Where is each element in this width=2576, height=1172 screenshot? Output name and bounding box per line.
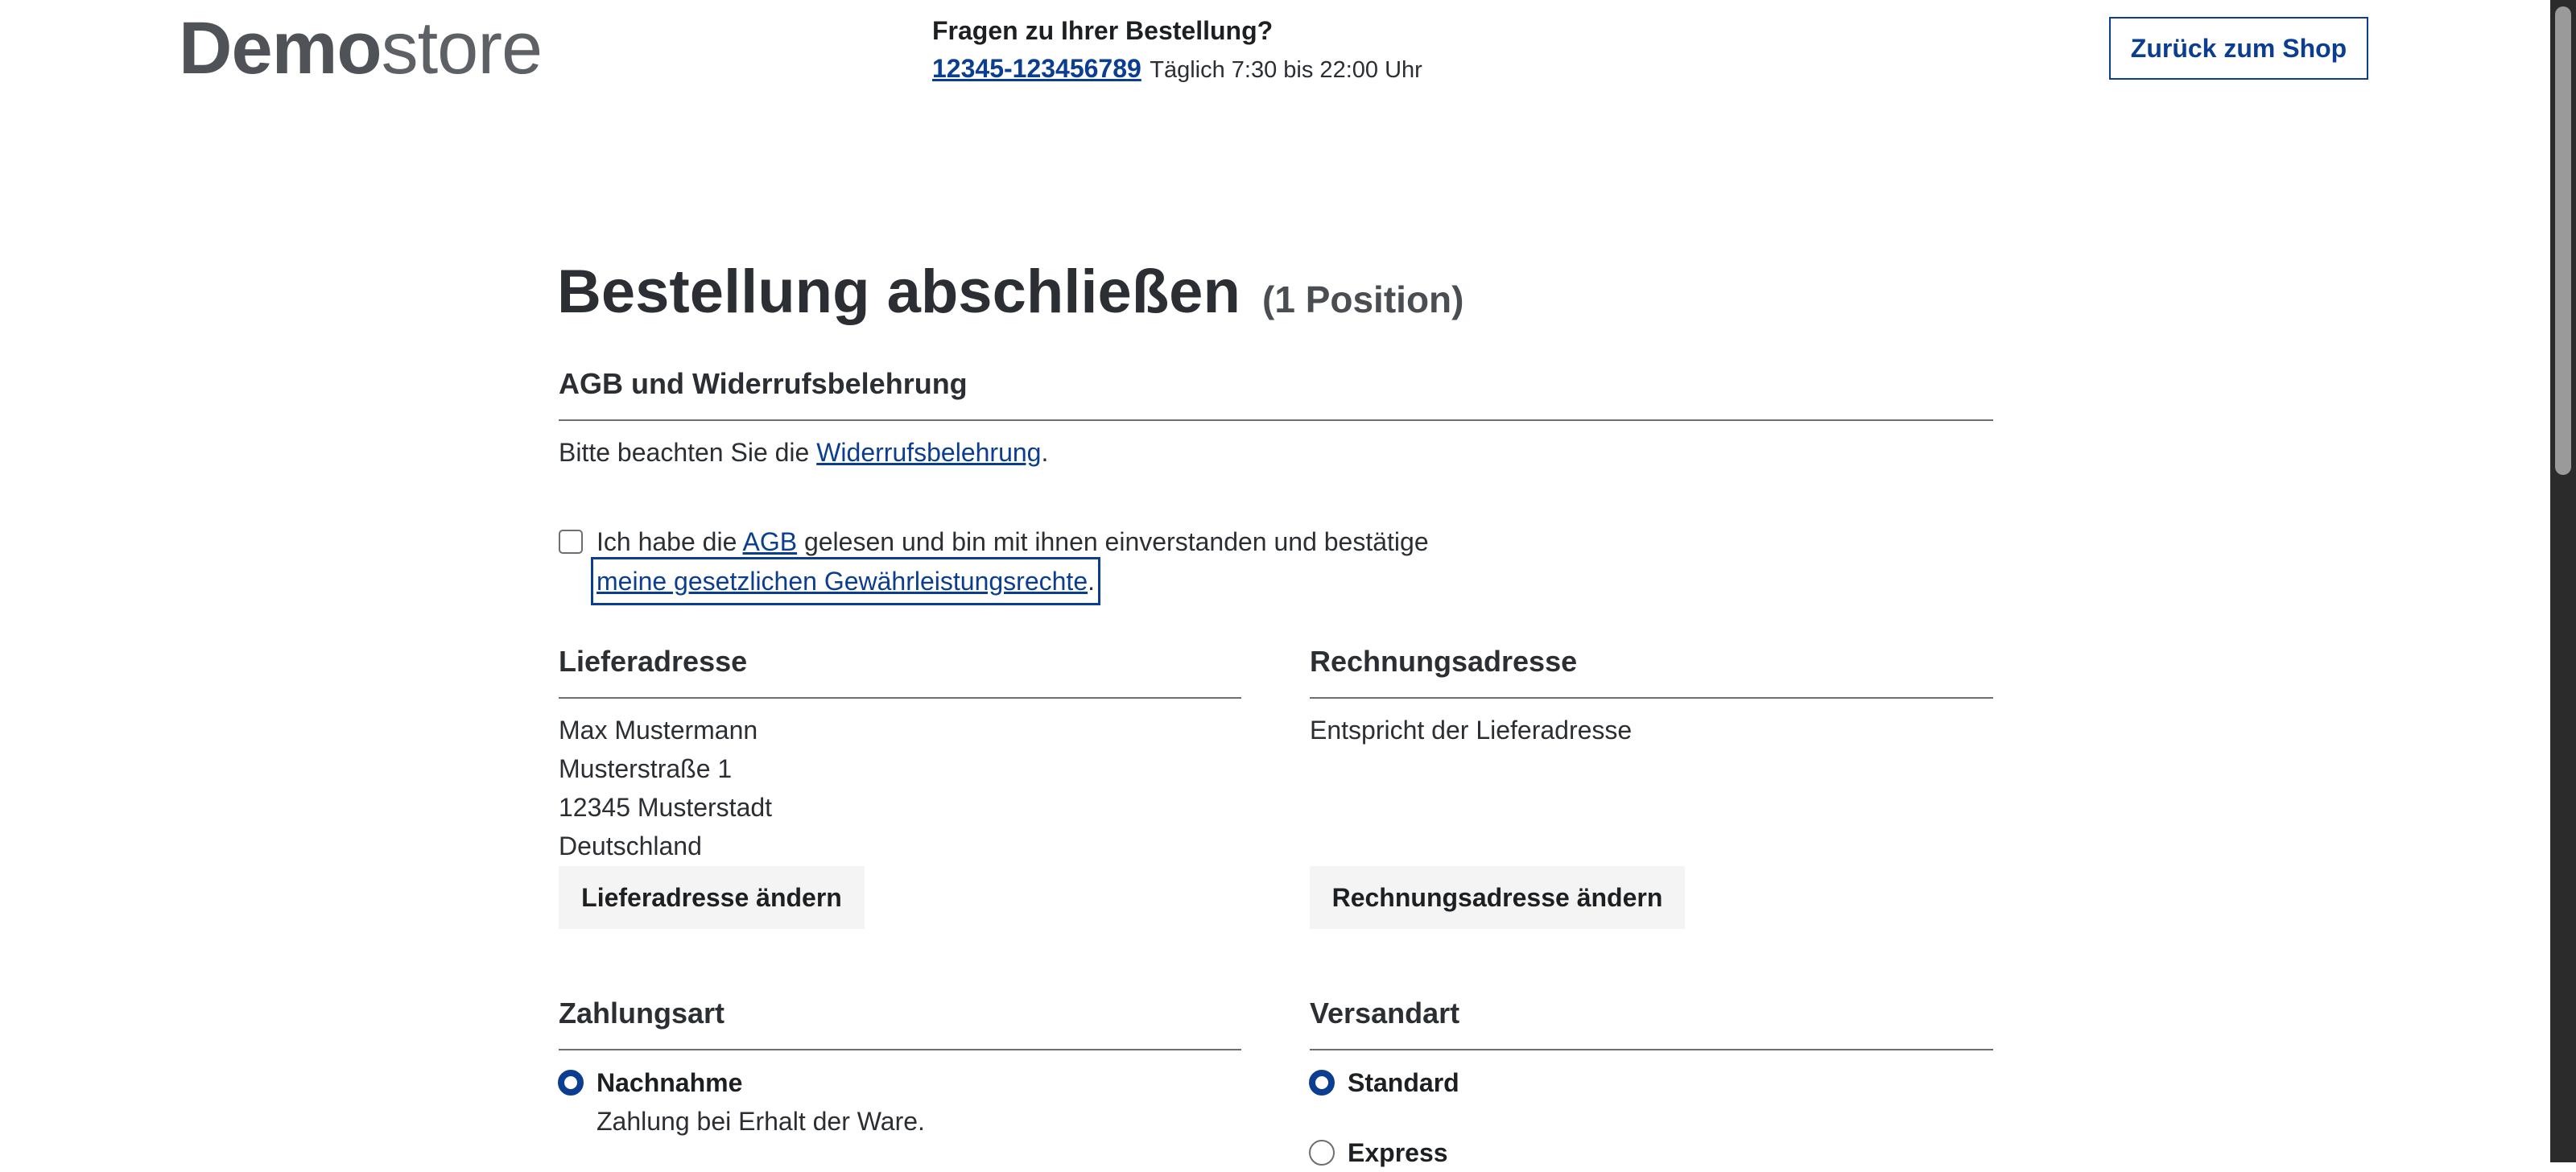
accept-middle: gelesen und bin mit ihnen einverstanden …: [803, 527, 1429, 556]
logo-light-text: store: [381, 7, 543, 89]
store-logo[interactable]: Demostore: [179, 11, 543, 85]
contact-title: Fragen zu Ihrer Bestellung?: [932, 16, 1274, 45]
billing-address-text: Entspricht der Lieferadresse: [1310, 716, 1633, 745]
payment-heading: Zahlungsart: [559, 996, 1241, 1050]
withdrawal-note-prefix: Bitte beachten Sie die: [559, 438, 810, 467]
contact-line: 12345-123456789 Täglich 7:30 bis 22:00 U…: [932, 52, 1576, 91]
contact-info: Fragen zu Ihrer Bestellung? 12345-123456…: [932, 13, 1576, 91]
shipping-method-heading: Versandart: [1310, 996, 1993, 1050]
shipping-address-line-2: Musterstraße 1: [559, 754, 733, 783]
change-shipping-address-button[interactable]: Lieferadresse ändern: [559, 866, 865, 929]
warranty-rights-link[interactable]: meine gesetzlichen Gewährleistungsrechte…: [591, 557, 1100, 605]
opening-hours: Täglich 7:30 bis 22:00 Uhr: [1150, 57, 1422, 83]
payment-option-description: Zahlung bei Erhalt der Ware.: [597, 1107, 925, 1136]
warranty-rights-link-text: meine gesetzlichen Gewährleistungsrechte: [597, 567, 1088, 596]
shipping-express-radio[interactable]: [1309, 1140, 1335, 1166]
shipping-address-heading: Lieferadresse: [559, 644, 1241, 699]
withdrawal-link[interactable]: Widerrufsbelehrung: [816, 438, 1041, 467]
shipping-express-label[interactable]: Express: [1348, 1133, 1448, 1172]
shipping-address-line-4: Deutschland: [559, 832, 702, 860]
terms-accept-text: Ich habe die AGB gelesen und bin mit ihn…: [597, 522, 1429, 561]
accept-prefix: Ich habe die: [597, 527, 737, 556]
accept-suffix: .: [1088, 567, 1095, 596]
agb-link[interactable]: AGB: [742, 527, 797, 556]
withdrawal-note: Bitte beachten Sie die Widerrufsbelehrun…: [559, 433, 1048, 472]
page-scrollbar[interactable]: [2550, 0, 2576, 1162]
shipping-address-line-3: 12345 Musterstadt: [559, 793, 773, 822]
position-count: (1 Position): [1262, 279, 1464, 320]
terms-heading: AGB und Widerrufsbelehrung: [559, 366, 1993, 421]
terms-checkbox[interactable]: [559, 530, 583, 554]
back-to-shop-button[interactable]: Zurück zum Shop: [2109, 17, 2368, 80]
withdrawal-note-suffix: .: [1041, 438, 1049, 467]
change-billing-address-button[interactable]: Rechnungsadresse ändern: [1310, 866, 1685, 929]
billing-address-heading: Rechnungsadresse: [1310, 644, 1993, 699]
payment-option-label[interactable]: Nachnahme: [597, 1063, 742, 1102]
payment-option-radio[interactable]: [558, 1070, 584, 1096]
shipping-standard-label[interactable]: Standard: [1348, 1063, 1459, 1102]
phone-link[interactable]: 12345-123456789: [932, 54, 1141, 83]
logo-bold-text: Demo: [179, 7, 382, 89]
page-title-text: Bestellung abschließen: [557, 258, 1241, 326]
scrollbar-thumb[interactable]: [2555, 6, 2571, 475]
shipping-address-line-1: Max Mustermann: [559, 716, 758, 745]
page-title: Bestellung abschließen (1 Position): [557, 256, 1463, 336]
shipping-standard-radio[interactable]: [1309, 1070, 1335, 1096]
